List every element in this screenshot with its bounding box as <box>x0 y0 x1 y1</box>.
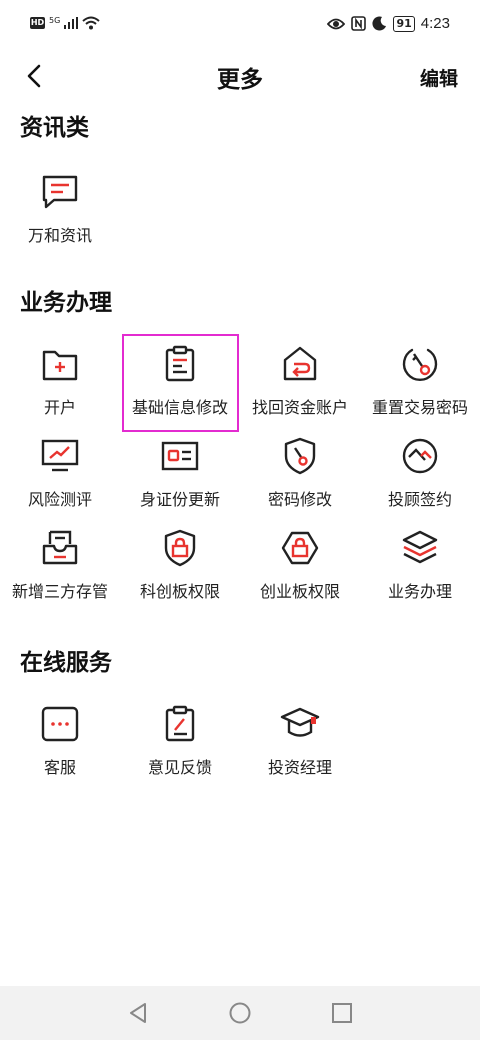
grid-item-risk-assessment[interactable]: 风险测评 <box>0 428 120 520</box>
online-grid: 客服 意见反馈 投资经理 <box>0 696 480 788</box>
grid-item-label: 开户 <box>43 398 76 417</box>
signal-icon <box>64 17 79 29</box>
grid-item-third-party-custody[interactable]: 新增三方存管 <box>0 520 120 612</box>
grid-item-open-account[interactable]: 开户 <box>0 336 120 428</box>
home-return-icon <box>283 346 317 381</box>
shield-lock-icon <box>164 529 196 567</box>
grid-item-label: 身证份更新 <box>139 490 220 509</box>
eye-icon <box>327 18 346 29</box>
grid-item-investment-manager[interactable]: 投资经理 <box>240 696 360 788</box>
grid-item-customer-service[interactable]: 客服 <box>0 696 120 788</box>
grid-item-label: 找回资金账户 <box>251 398 348 417</box>
grid-item-label: 重置交易密码 <box>371 398 468 417</box>
grid-item-news[interactable]: 万和资讯 <box>0 164 120 256</box>
moon-icon <box>372 16 387 31</box>
app-header: 更多 编辑 <box>0 54 480 98</box>
network-label: 5G <box>49 15 61 25</box>
grid-item-star-market-permission[interactable]: 科创板权限 <box>120 520 240 612</box>
edit-button[interactable]: 编辑 <box>420 64 458 91</box>
grid-item-chinext-permission[interactable]: 创业板权限 <box>240 520 360 612</box>
grid-item-id-update[interactable]: 身证份更新 <box>120 428 240 520</box>
grid-item-advisor-sign[interactable]: 投顾签约 <box>360 428 480 520</box>
hd-icon: HD <box>30 17 45 29</box>
selection-highlight <box>122 334 239 432</box>
key-circle-icon <box>402 348 438 382</box>
hexagon-lock-icon <box>281 531 319 565</box>
grid-item-label: 意见反馈 <box>147 758 212 777</box>
status-right: 91 4:23 <box>327 15 450 32</box>
home-circle-icon[interactable] <box>228 1001 252 1025</box>
clock: 4:23 <box>420 15 450 32</box>
grid-item-password-change[interactable]: 密码修改 <box>240 428 360 520</box>
grid-item-label: 客服 <box>43 758 76 777</box>
recents-square-icon[interactable] <box>330 1001 354 1025</box>
grid-item-label: 业务办理 <box>387 582 452 601</box>
grid-item-label: 密码修改 <box>267 490 332 509</box>
back-triangle-icon[interactable] <box>126 1001 150 1025</box>
grid-item-label: 风险测评 <box>27 490 92 509</box>
wifi-icon <box>82 16 100 30</box>
sign-circle-icon <box>402 438 438 474</box>
grid-item-feedback[interactable]: 意见反馈 <box>120 696 240 788</box>
id-card-icon <box>161 441 199 471</box>
layers-icon <box>402 530 438 564</box>
nfc-icon <box>351 16 367 31</box>
info-grid: 万和资讯 <box>0 164 480 256</box>
system-nav-bar <box>0 986 480 1040</box>
grid-item-reset-trade-password[interactable]: 重置交易密码 <box>360 336 480 428</box>
page-title: 更多 <box>217 67 263 93</box>
grid-item-label: 万和资讯 <box>27 226 92 245</box>
grid-item-label: 科创板权限 <box>139 582 220 601</box>
monitor-chart-icon <box>41 439 79 472</box>
grid-item-label: 投资经理 <box>267 758 332 777</box>
grid-item-recover-account[interactable]: 找回资金账户 <box>240 336 360 428</box>
folder-plus-icon <box>42 350 78 381</box>
message-icon <box>42 175 78 209</box>
section-title-business: 业务办理 <box>20 290 112 316</box>
business-grid: 开户 基础信息修改 找回资金账户 重置交易密码 风险测评 身证份更新 密码修改 … <box>0 336 480 612</box>
grid-item-business-handling[interactable]: 业务办理 <box>360 520 480 612</box>
clipboard-pen-icon <box>165 705 195 742</box>
chat-dots-icon <box>41 706 79 742</box>
grid-item-label: 创业板权限 <box>259 582 340 601</box>
battery-icon: 91 <box>393 15 415 32</box>
shield-key-icon <box>284 437 316 475</box>
grid-item-label: 新增三方存管 <box>11 582 108 601</box>
section-title-online: 在线服务 <box>20 650 112 676</box>
status-left: HD 5G <box>30 16 100 30</box>
graduation-cap-icon <box>280 707 320 737</box>
status-bar: HD 5G 91 4:23 <box>0 0 480 54</box>
section-title-info: 资讯类 <box>20 115 89 141</box>
grid-item-label: 投顾签约 <box>387 490 452 509</box>
inbox-icon <box>42 530 78 565</box>
